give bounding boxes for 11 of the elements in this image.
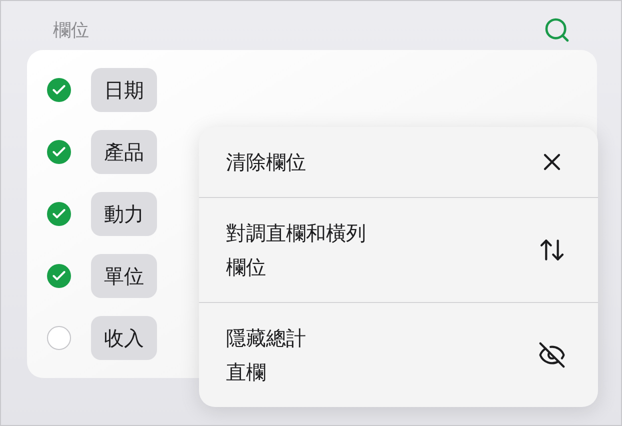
search-button[interactable] <box>543 16 571 44</box>
menu-item[interactable]: 清除欄位 <box>199 127 598 197</box>
menu-item[interactable]: 隱藏總計直欄 <box>199 302 598 407</box>
field-chip[interactable]: 單位 <box>91 254 157 298</box>
section-title: 欄位 <box>53 18 89 42</box>
field-chip[interactable]: 日期 <box>91 68 157 112</box>
eye-slash-icon <box>538 341 566 369</box>
field-chip[interactable]: 產品 <box>91 130 157 174</box>
menu-item[interactable]: 對調直欄和橫列欄位 <box>199 197 598 302</box>
field-chip[interactable]: 動力 <box>91 192 157 236</box>
field-chip[interactable]: 收入 <box>91 316 157 360</box>
